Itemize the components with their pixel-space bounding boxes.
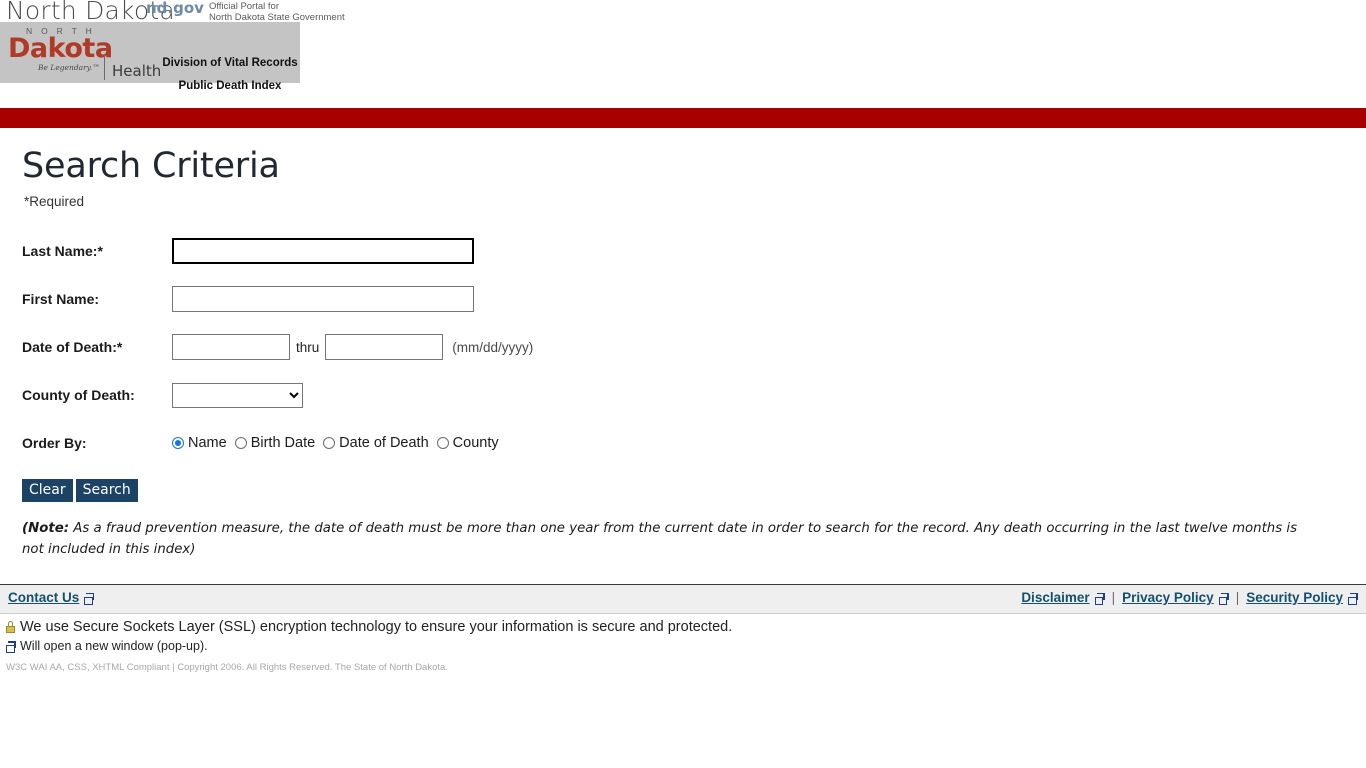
agency-banner: N O R T H Dakota Be Legendary.™ Health D… <box>0 22 300 92</box>
ssl-notice-text: We use Secure Sockets Layer (SSL) encryp… <box>20 619 733 635</box>
logo-tagline-text: Be Legendary.™ <box>38 63 100 72</box>
form-actions: Clear Search <box>0 467 1366 502</box>
popup-window-icon <box>1218 592 1229 605</box>
order-by-option-name-label: Name <box>188 435 227 451</box>
last-name-row: Last Name:* <box>22 227 1366 275</box>
footer-separator: | <box>1235 590 1240 605</box>
order-by-radio-group: Name Birth Date Date of Death County <box>172 435 507 451</box>
order-by-option-county[interactable]: County <box>436 435 499 451</box>
lock-icon <box>6 621 15 633</box>
site-masthead: North Dakota nd.gov Official Portal for … <box>0 0 1366 128</box>
order-by-option-date-of-death-label: Date of Death <box>339 435 429 451</box>
popup-window-icon <box>6 641 16 653</box>
footer-link-bar: Contact Us Disclaimer | Privacy Policy |… <box>0 584 1366 614</box>
ssl-notice: We use Secure Sockets Layer (SSL) encryp… <box>0 614 1366 635</box>
banner-title-line1: Division of Vital Records <box>162 57 298 69</box>
compliance-text: W3C WAI AA, CSS, XHTML Compliant | Copyr… <box>6 662 448 673</box>
order-by-option-birth-date[interactable]: Birth Date <box>234 435 316 451</box>
order-by-option-name[interactable]: Name <box>172 435 227 451</box>
contact-us-link[interactable]: Contact Us <box>8 590 79 605</box>
first-name-row: First Name: <box>22 275 1366 323</box>
privacy-policy-link[interactable]: Privacy Policy <box>1122 590 1214 605</box>
popup-window-icon <box>1348 592 1358 605</box>
fraud-prevention-note: (Note: As a fraud prevention measure, th… <box>0 502 1366 560</box>
date-range-thru-label: thru <box>296 339 320 355</box>
order-by-option-date-of-death[interactable]: Date of Death <box>323 435 429 451</box>
note-text: As a fraud prevention measure, the date … <box>22 521 1298 557</box>
banner-title-line2: Public Death Index <box>178 80 282 92</box>
page-title: Search Criteria <box>22 146 280 186</box>
nd-gov-logo-text: nd.gov <box>146 0 204 17</box>
banner-title-group: Division of Vital Records Public Death I… <box>150 52 310 98</box>
date-of-death-to-input[interactable] <box>325 334 444 360</box>
popup-window-icon <box>1094 592 1105 605</box>
county-of-death-label: County of Death: <box>22 387 135 403</box>
search-button[interactable]: Search <box>75 479 138 502</box>
red-accent-bar <box>0 108 1366 128</box>
radio-icon-birth-date[interactable] <box>234 437 247 449</box>
note-prefix: (Note: <box>22 521 70 536</box>
first-name-label: First Name: <box>22 291 100 307</box>
radio-icon-date-of-death[interactable] <box>323 437 336 449</box>
nd-gov-tagline: Official Portal for North Dakota State G… <box>209 1 345 23</box>
main-content: Search Criteria *Required Last Name:* Fi… <box>0 128 1366 560</box>
date-of-death-from-input[interactable] <box>172 334 290 360</box>
footer-right-links: Disclaimer | Privacy Policy | Security P… <box>1021 590 1358 605</box>
order-by-row: Order By: Name Birth Date Date of Death … <box>22 419 1366 467</box>
clear-button[interactable]: Clear <box>22 479 73 502</box>
radio-icon-name[interactable] <box>172 437 184 449</box>
footer-left-links: Contact Us <box>8 590 95 605</box>
required-legend: *Required <box>24 194 85 209</box>
radio-icon-county[interactable] <box>436 437 449 449</box>
date-of-death-row: Date of Death:* thru (mm/dd/yyyy) <box>22 323 1366 371</box>
footer-separator: | <box>1111 590 1116 605</box>
nd-gov-tagline-line1: Official Portal for <box>208 1 279 12</box>
first-name-input[interactable] <box>172 286 474 312</box>
logo-divider <box>104 54 105 80</box>
popup-legend-text: Will open a new window (pop-up). <box>20 639 208 653</box>
security-policy-link[interactable]: Security Policy <box>1246 590 1343 605</box>
county-of-death-select[interactable] <box>172 382 303 408</box>
search-form: Last Name:* First Name: Date of Death:* … <box>0 209 1366 467</box>
date-format-hint: (mm/dd/yyyy) <box>452 339 534 355</box>
last-name-label: Last Name:* <box>22 243 103 259</box>
date-of-death-label: Date of Death:* <box>22 339 123 355</box>
last-name-input[interactable] <box>172 238 474 264</box>
popup-legend: Will open a new window (pop-up). <box>0 635 1366 653</box>
nd-gov-portal-logo[interactable]: nd.gov Official Portal for North Dakota … <box>146 1 345 23</box>
order-by-option-birth-date-label: Birth Date <box>250 435 316 451</box>
order-by-label: Order By: <box>22 435 87 451</box>
popup-window-icon <box>84 592 95 605</box>
county-of-death-row: County of Death: <box>22 371 1366 419</box>
order-by-option-county-label: County <box>452 435 499 451</box>
site-footer: Contact Us Disclaimer | Privacy Policy |… <box>0 584 1366 673</box>
disclaimer-link[interactable]: Disclaimer <box>1021 590 1089 605</box>
